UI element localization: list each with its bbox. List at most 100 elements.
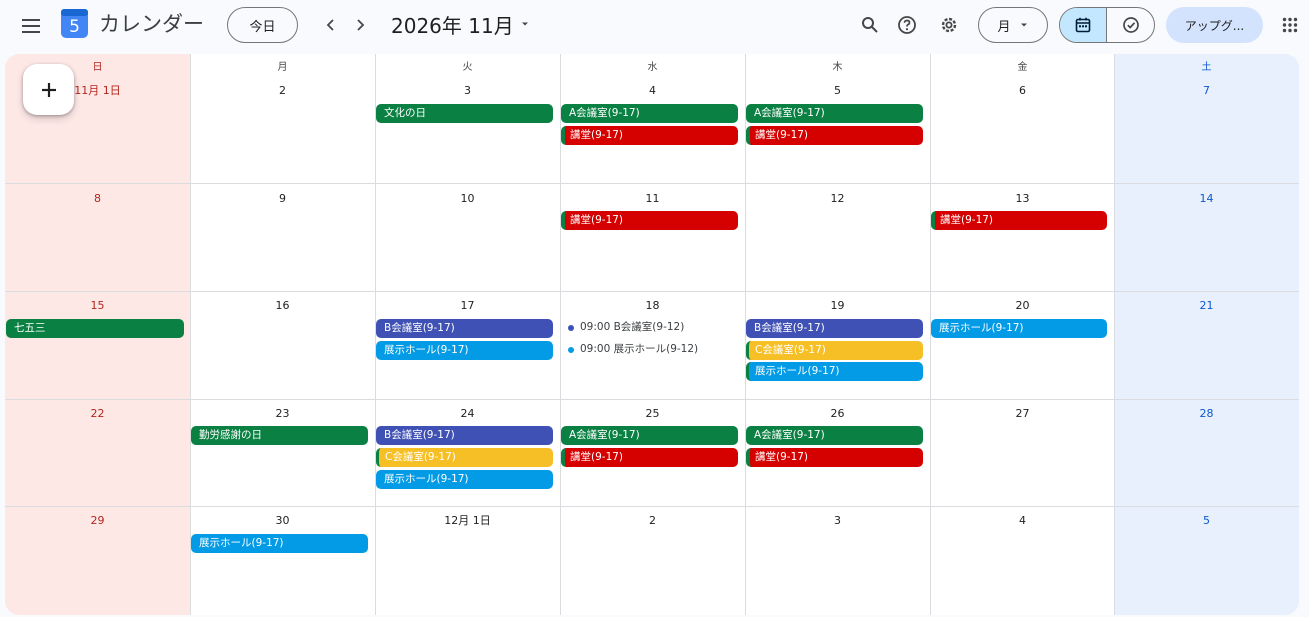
event-chip[interactable]: 講堂(9-17) bbox=[746, 448, 923, 467]
weekday-header: 火 bbox=[462, 62, 473, 73]
calendar-view-toggle[interactable] bbox=[1060, 8, 1107, 42]
apps-grid-icon bbox=[1282, 17, 1298, 33]
today-button[interactable]: 今日 bbox=[227, 7, 298, 43]
event-chip[interactable]: 七五三 bbox=[6, 319, 184, 338]
timed-event[interactable]: 09:00 展示ホール(9-12) bbox=[568, 340, 698, 359]
grid-line bbox=[5, 399, 1299, 400]
event-dot bbox=[568, 346, 574, 353]
day-number[interactable]: 7 bbox=[1114, 84, 1299, 98]
day-number[interactable]: 14 bbox=[1114, 192, 1299, 206]
google-apps-button[interactable] bbox=[1276, 11, 1304, 39]
timed-event[interactable]: 09:00 B会議室(9-12) bbox=[568, 318, 684, 337]
current-month-label: 2026年 11月 bbox=[391, 13, 514, 38]
event-dot bbox=[568, 324, 574, 331]
day-number[interactable]: 2 bbox=[560, 514, 745, 528]
day-number[interactable]: 6 bbox=[930, 84, 1115, 98]
event-chip[interactable]: A会議室(9-17) bbox=[561, 426, 738, 445]
help-button[interactable] bbox=[893, 11, 921, 39]
previous-month-button[interactable] bbox=[318, 12, 344, 38]
day-number[interactable]: 20 bbox=[930, 299, 1115, 313]
day-number[interactable]: 4 bbox=[930, 514, 1115, 528]
chevron-right-icon bbox=[357, 19, 365, 31]
day-number[interactable]: 25 bbox=[560, 407, 745, 421]
settings-button[interactable] bbox=[935, 11, 963, 39]
event-chip[interactable]: B会議室(9-17) bbox=[746, 319, 923, 338]
caret-down-icon bbox=[1020, 23, 1027, 27]
day-number[interactable]: 27 bbox=[930, 407, 1115, 421]
day-number[interactable]: 16 bbox=[190, 299, 375, 313]
weekday-header: 月 bbox=[277, 62, 288, 73]
day-number[interactable]: 24 bbox=[375, 407, 560, 421]
event-chip[interactable]: 勤労感謝の日 bbox=[191, 426, 368, 445]
saturday-column-background bbox=[1114, 54, 1299, 615]
next-month-button[interactable] bbox=[347, 12, 373, 38]
day-number[interactable]: 9 bbox=[190, 192, 375, 206]
event-chip[interactable]: A会議室(9-17) bbox=[561, 104, 738, 123]
tasks-view-toggle[interactable] bbox=[1107, 8, 1154, 42]
day-number[interactable]: 10 bbox=[375, 192, 560, 206]
day-number[interactable]: 17 bbox=[375, 299, 560, 313]
top-app-bar: 5 カレンダー 今日 2026年 11月 月 アップグ... bbox=[0, 0, 1309, 52]
event-chip[interactable]: 講堂(9-17) bbox=[561, 126, 738, 145]
day-number[interactable]: 15 bbox=[5, 299, 190, 313]
event-chip[interactable]: 展示ホール(9-17) bbox=[931, 319, 1107, 338]
day-number[interactable]: 8 bbox=[5, 192, 190, 206]
view-switcher-dropdown[interactable]: 月 bbox=[978, 7, 1048, 43]
event-chip[interactable]: B会議室(9-17) bbox=[376, 319, 553, 338]
day-number[interactable]: 21 bbox=[1114, 299, 1299, 313]
weekday-header: 金 bbox=[1017, 62, 1028, 73]
month-grid: 日 月 火 水 木 金 土 11月 1日 2 3 4 5 6 7 8 9 10 … bbox=[5, 54, 1299, 615]
day-number[interactable]: 12 bbox=[745, 192, 930, 206]
day-number[interactable]: 29 bbox=[5, 514, 190, 528]
timed-event-label: 09:00 B会議室(9-12) bbox=[580, 321, 685, 333]
event-chip[interactable]: 文化の日 bbox=[376, 104, 553, 123]
view-switcher-label: 月 bbox=[997, 19, 1011, 35]
day-number[interactable]: 3 bbox=[375, 84, 560, 98]
help-icon bbox=[898, 16, 916, 34]
day-number[interactable]: 2 bbox=[190, 84, 375, 98]
main-menu-button[interactable] bbox=[17, 12, 45, 40]
event-chip[interactable]: B会議室(9-17) bbox=[376, 426, 553, 445]
upgrade-button[interactable]: アップグ... bbox=[1166, 7, 1263, 43]
day-number[interactable]: 12月 1日 bbox=[375, 514, 560, 528]
day-number[interactable]: 5 bbox=[1114, 514, 1299, 528]
day-number[interactable]: 18 bbox=[560, 299, 745, 313]
create-event-button[interactable] bbox=[23, 64, 74, 115]
day-number[interactable]: 30 bbox=[190, 514, 375, 528]
calendar-icon bbox=[1075, 17, 1091, 33]
event-chip[interactable]: 展示ホール(9-17) bbox=[376, 341, 553, 360]
plus-icon bbox=[41, 82, 56, 97]
event-chip[interactable]: C会議室(9-17) bbox=[376, 448, 553, 467]
event-chip[interactable]: 展示ホール(9-17) bbox=[746, 362, 923, 381]
day-number[interactable]: 11 bbox=[560, 192, 745, 206]
day-number[interactable]: 26 bbox=[745, 407, 930, 421]
search-button[interactable] bbox=[856, 11, 884, 39]
event-chip[interactable]: 展示ホール(9-17) bbox=[376, 470, 553, 489]
day-number[interactable]: 22 bbox=[5, 407, 190, 421]
event-chip[interactable]: A会議室(9-17) bbox=[746, 426, 923, 445]
day-number[interactable]: 28 bbox=[1114, 407, 1299, 421]
event-chip[interactable]: 講堂(9-17) bbox=[561, 211, 738, 230]
day-number[interactable]: 4 bbox=[560, 84, 745, 98]
grid-line bbox=[5, 291, 1299, 292]
event-chip[interactable]: 講堂(9-17) bbox=[561, 448, 738, 467]
grid-line bbox=[5, 506, 1299, 507]
calendar-logo-icon: 5 bbox=[61, 9, 88, 38]
day-number[interactable]: 23 bbox=[190, 407, 375, 421]
event-chip[interactable]: A会議室(9-17) bbox=[746, 104, 923, 123]
weekday-header: 水 bbox=[647, 62, 658, 73]
event-chip[interactable]: 展示ホール(9-17) bbox=[191, 534, 368, 553]
day-number[interactable]: 13 bbox=[930, 192, 1115, 206]
month-picker[interactable]: 2026年 11月 bbox=[391, 8, 530, 40]
caret-down-icon bbox=[521, 22, 528, 26]
day-number[interactable]: 19 bbox=[745, 299, 930, 313]
event-chip[interactable]: C会議室(9-17) bbox=[746, 341, 923, 360]
event-chip[interactable]: 講堂(9-17) bbox=[931, 211, 1107, 230]
grid-line bbox=[1114, 54, 1115, 615]
calendar-logo[interactable]: 5 bbox=[60, 8, 89, 39]
day-number[interactable]: 3 bbox=[745, 514, 930, 528]
day-number[interactable]: 5 bbox=[745, 84, 930, 98]
event-chip[interactable]: 講堂(9-17) bbox=[746, 126, 923, 145]
task-check-icon bbox=[1122, 17, 1139, 33]
chevron-left-icon bbox=[326, 19, 334, 31]
